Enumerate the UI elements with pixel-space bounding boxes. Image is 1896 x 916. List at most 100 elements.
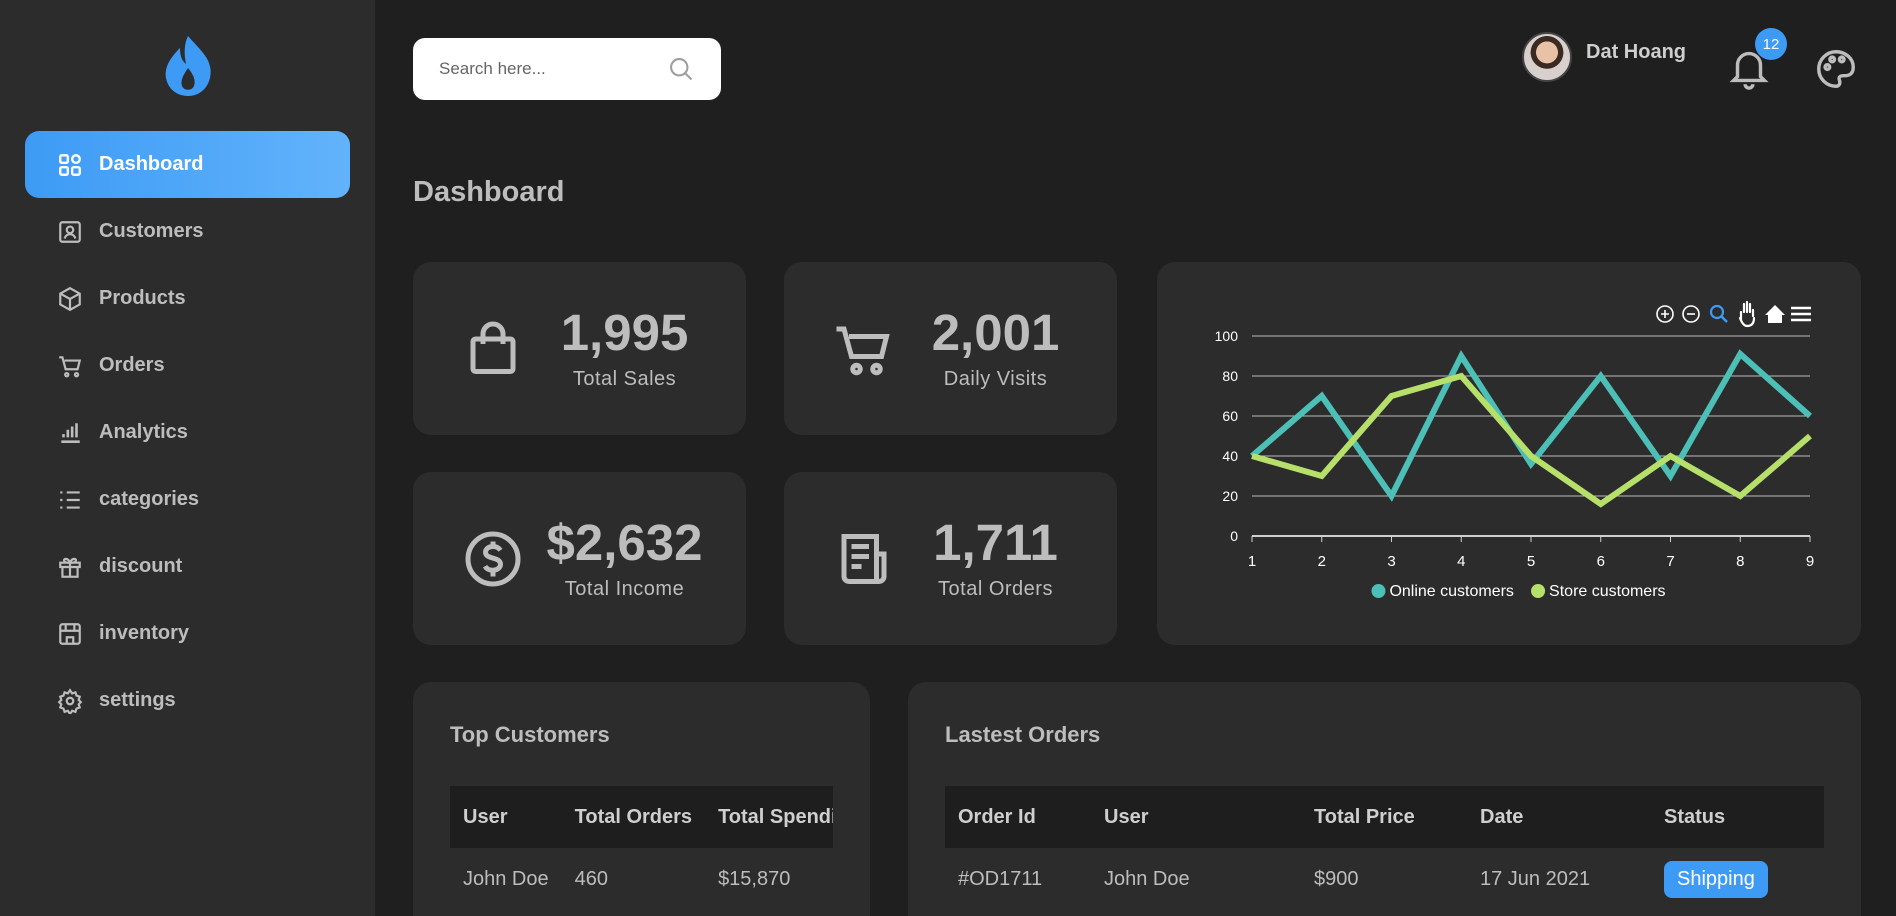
sidebar-item-dashboard[interactable]: Dashboard	[25, 131, 350, 198]
table-cell: John Doe	[463, 867, 549, 890]
status-badge: Shipping	[1664, 860, 1768, 898]
stat-label: Total Orders	[938, 577, 1053, 600]
y-tick-label: 100	[1215, 328, 1239, 344]
column-header: Order Id	[945, 786, 1091, 848]
column-header: User	[1091, 786, 1301, 848]
sidebar-item-label: Dashboard	[99, 153, 204, 175]
gift-icon	[57, 554, 83, 580]
table-cell: Shipping	[1651, 848, 1824, 910]
stat-card-daily-visits: 2,001 Daily Visits	[784, 262, 1117, 435]
legend-marker	[1531, 584, 1546, 598]
x-tick-label: 9	[1806, 553, 1814, 570]
y-tick-label: 60	[1222, 408, 1238, 424]
latest-orders-table: Order Id User Total Price Date Status #O…	[945, 786, 1824, 910]
y-tick-label: 80	[1222, 368, 1238, 384]
pan-hand-icon[interactable]	[1738, 300, 1756, 328]
user-profile[interactable]: Dat Hoang	[1522, 32, 1686, 82]
top-customers-title: Top Customers	[450, 722, 610, 747]
sidebar-item-categories[interactable]: categories	[25, 466, 350, 533]
stat-label: Total Sales	[572, 367, 677, 390]
stat-label: Daily Visits	[943, 367, 1048, 390]
sidebar-item-discount[interactable]: discount	[25, 533, 350, 600]
legend-label: Store customers	[1549, 583, 1665, 600]
x-tick-label: 4	[1457, 553, 1465, 570]
sidebar-item-settings[interactable]: settings	[25, 667, 350, 734]
page-title: Dashboard	[413, 176, 565, 208]
store-icon	[57, 621, 83, 647]
sidebar-item-label: inventory	[99, 622, 190, 644]
table-row: John Doe 460 $15,870	[450, 848, 833, 910]
sidebar-item-label: Orders	[99, 354, 165, 376]
search-icon[interactable]	[667, 55, 695, 83]
x-tick-label: 2	[1318, 553, 1326, 570]
bar-chart-icon	[57, 420, 83, 446]
palette-icon[interactable]	[1813, 46, 1859, 92]
column-header: Total Price	[1301, 786, 1467, 848]
sidebar-item-label: discount	[99, 555, 183, 577]
column-header: Status	[1651, 786, 1824, 848]
cart-icon	[836, 326, 890, 375]
top-customers-table-wrap: User Total Orders Total Spending John Do…	[450, 786, 833, 910]
sidebar-item-label: Customers	[99, 220, 204, 242]
column-header: Total Orders	[561, 786, 706, 848]
sidebar-item-label: Analytics	[99, 421, 188, 443]
sidebar-item-products[interactable]: Products	[25, 265, 350, 332]
sidebar-item-inventory[interactable]: inventory	[25, 600, 350, 667]
sidebar-item-orders[interactable]: Orders	[25, 332, 350, 399]
x-tick-label: 7	[1666, 553, 1674, 570]
y-tick-label: 0	[1230, 528, 1238, 544]
receipt-icon	[841, 533, 887, 584]
stat-label: Total Income	[564, 577, 685, 600]
avatar[interactable]	[1522, 32, 1572, 82]
table-cell: 17 Jun 2021	[1480, 867, 1591, 890]
column-header: Total Spending	[705, 786, 833, 848]
sidebar: Dashboard Customers Products Orders Anal…	[0, 0, 375, 916]
table-row[interactable]: #OD1711 John Doe $900 17 Jun 2021 Shippi…	[945, 848, 1824, 910]
flame-icon[interactable]	[160, 34, 216, 98]
sidebar-item-analytics[interactable]: Analytics	[25, 399, 350, 466]
stat-card-total-orders: 1,711 Total Orders	[784, 472, 1117, 645]
y-tick-label: 40	[1222, 448, 1238, 464]
zoom-out-icon[interactable]	[1682, 305, 1700, 323]
home-icon[interactable]	[1765, 305, 1785, 323]
shopping-bag-icon	[470, 321, 516, 374]
dollar-circle-icon	[465, 531, 521, 586]
top-customers-table: User Total Orders Total Spending John Do…	[450, 786, 833, 910]
x-tick-label: 1	[1248, 553, 1256, 570]
sidebar-item-label: categories	[99, 488, 200, 510]
column-header: Date	[1467, 786, 1651, 848]
stat-value: 1,995	[560, 304, 689, 362]
magnifier-icon[interactable]	[1709, 304, 1728, 323]
grid-icon	[57, 152, 83, 178]
sidebar-item-label: Products	[99, 287, 186, 309]
y-tick-label: 20	[1222, 488, 1238, 504]
stat-value: 2,001	[931, 304, 1060, 362]
notification-badge: 12	[1755, 28, 1787, 60]
x-tick-label: 6	[1597, 553, 1605, 570]
legend-label: Online customers	[1389, 583, 1514, 600]
customers-chart-card: 0 20 40 60 80 100 1 2 3 4 5 6 7 8 9 Online customers Sto…	[1157, 262, 1861, 645]
table-cell: 460	[574, 867, 608, 890]
table-cell: #OD1711	[958, 867, 1043, 890]
stat-value: 1,711	[933, 514, 1058, 572]
latest-orders-card: Lastest Orders Order Id User Total Price…	[908, 682, 1861, 916]
id-card-icon	[57, 219, 83, 245]
stat-value: $2,632	[546, 514, 703, 572]
table-cell: John Doe	[1104, 867, 1190, 890]
list-icon	[57, 487, 83, 513]
sidebar-item-customers[interactable]: Customers	[25, 198, 350, 265]
top-customers-card: Top Customers User Total Orders Total Sp…	[413, 682, 870, 916]
series-line	[1250, 349, 1812, 502]
sidebar-item-label: settings	[99, 689, 176, 711]
gear-icon	[57, 687, 83, 714]
sidebar-menu: Dashboard Customers Products Orders Anal…	[25, 131, 350, 734]
box-icon	[57, 286, 83, 312]
line-chart: 0 20 40 60 80 100 1 2 3 4 5 6 7 8 9 Online customers Sto…	[1215, 300, 1814, 600]
search-input[interactable]	[439, 59, 667, 79]
cart-icon	[57, 353, 83, 379]
series-line	[1251, 372, 1812, 508]
zoom-in-icon[interactable]	[1656, 305, 1674, 323]
stat-card-total-income: $2,632 Total Income	[413, 472, 746, 645]
x-tick-label: 5	[1527, 553, 1535, 570]
menu-icon[interactable]	[1791, 306, 1811, 322]
